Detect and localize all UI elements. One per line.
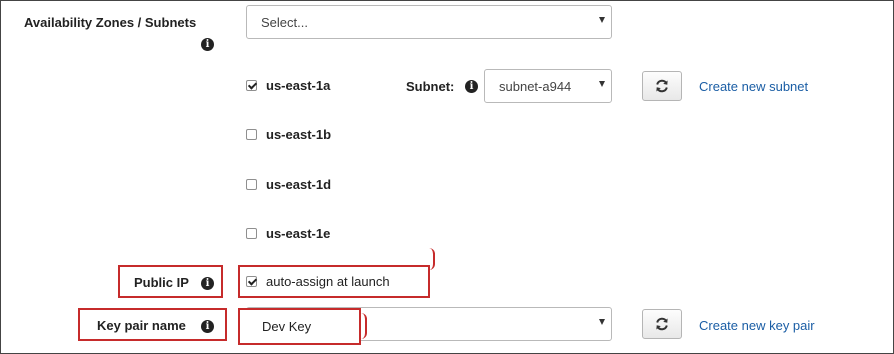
chevron-down-icon <box>599 17 605 23</box>
subnet-select-value: subnet-a944 <box>499 79 572 94</box>
chevron-down-icon <box>599 319 605 325</box>
info-icon[interactable]: i <box>201 38 214 51</box>
checkbox-auto-assign[interactable] <box>246 276 257 287</box>
checkbox-us-east-1e[interactable] <box>246 228 257 239</box>
availability-zones-label: Availability Zones / Subnets <box>24 15 197 30</box>
refresh-key-pairs-button[interactable] <box>642 309 682 339</box>
subnet-select[interactable]: subnet-a944 <box>484 69 612 103</box>
key-pair-value-highlight: Dev Key <box>238 308 361 345</box>
checkbox-us-east-1a[interactable] <box>246 80 257 91</box>
checkbox-us-east-1b[interactable] <box>246 129 257 140</box>
availability-zones-select[interactable]: Select... <box>246 5 612 39</box>
zone-label-us-east-1b: us-east-1b <box>266 127 332 142</box>
zone-label-us-east-1d: us-east-1d <box>266 177 332 192</box>
checkbox-us-east-1d[interactable] <box>246 179 257 190</box>
info-icon[interactable]: i <box>201 320 214 333</box>
info-icon[interactable]: i <box>201 277 214 290</box>
key-pair-select-value: Dev Key <box>262 319 312 334</box>
network-config-panel: Availability Zones / Subnets i Select...… <box>0 0 894 354</box>
refresh-subnets-button[interactable] <box>642 71 682 101</box>
zone-label-us-east-1e: us-east-1e <box>266 226 331 241</box>
auto-assign-label: auto-assign at launch <box>266 274 390 289</box>
key-pair-label: Key pair name <box>97 318 186 333</box>
refresh-icon <box>656 317 668 331</box>
subnet-label: Subnet: <box>406 79 455 94</box>
availability-zones-select-value: Select... <box>261 15 308 30</box>
annotation-mark <box>360 313 367 339</box>
info-icon[interactable]: i <box>465 80 478 93</box>
create-new-key-pair-link[interactable]: Create new key pair <box>699 318 815 333</box>
public-ip-label: Public IP <box>134 275 189 290</box>
chevron-down-icon <box>599 81 605 87</box>
annotation-mark <box>429 248 435 270</box>
create-new-subnet-link[interactable]: Create new subnet <box>699 79 808 94</box>
zone-label-us-east-1a: us-east-1a <box>266 78 331 93</box>
refresh-icon <box>656 79 668 93</box>
